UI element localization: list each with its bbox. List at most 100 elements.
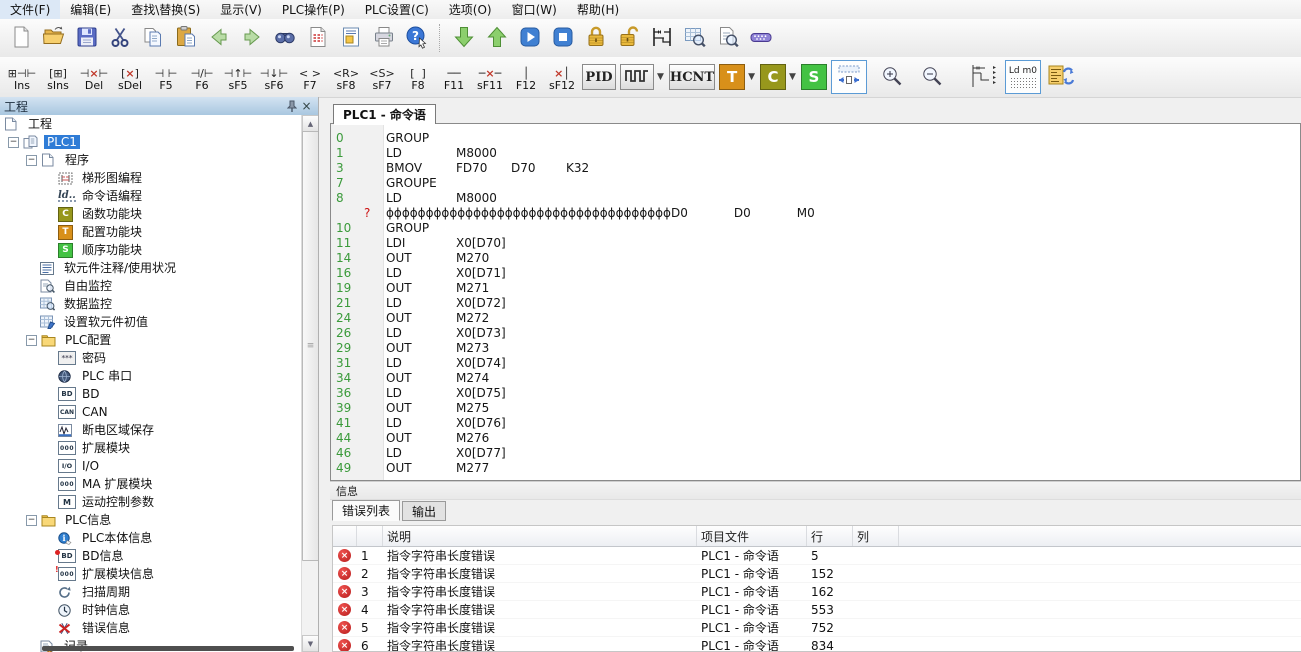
menu-plc-operate[interactable]: PLC操作(P) xyxy=(272,0,355,19)
tree-item[interactable]: ld.. 命令语编程 xyxy=(0,187,302,205)
stop-plc-button[interactable] xyxy=(547,23,578,54)
tree-item[interactable]: M 运动控制参数 xyxy=(0,493,302,511)
code-line[interactable]: 24 OUTM272 xyxy=(331,310,1300,325)
tree-expander-icon[interactable]: − xyxy=(26,335,37,346)
comment-view-button[interactable] xyxy=(302,23,333,54)
ladder-view-button[interactable] xyxy=(965,60,1001,94)
tree-expander-icon[interactable]: − xyxy=(8,137,19,148)
reset-coil-button[interactable]: <R> sF8 xyxy=(328,61,364,93)
run-plc-button[interactable] xyxy=(514,23,545,54)
closed-contact-button[interactable]: ⊣/⊢ F6 xyxy=(184,61,220,93)
tree-item[interactable]: − PLC1 xyxy=(0,133,302,151)
code-line[interactable]: 14 OUTM270 xyxy=(331,250,1300,265)
tree-item[interactable]: 断电区域保存 xyxy=(0,421,302,439)
convert-view-button[interactable] xyxy=(1044,62,1078,93)
header-line[interactable]: 行 xyxy=(807,526,853,546)
upload-program-button[interactable] xyxy=(481,23,512,54)
delete-horizontal-line-button[interactable]: ─×─ sF11 xyxy=(472,61,508,93)
tree-item[interactable]: 000 MA 扩展模块 xyxy=(0,475,302,493)
timer-instruction-button[interactable]: T xyxy=(719,64,745,90)
horizontal-line-button[interactable]: ── F11 xyxy=(436,61,472,93)
tree-item[interactable]: 数据监控 xyxy=(0,295,302,313)
pin-icon[interactable] xyxy=(284,99,299,113)
pulse-instruction-button[interactable] xyxy=(620,64,654,90)
tree-horizontal-scrollbar-thumb[interactable] xyxy=(42,646,294,651)
tree-item[interactable]: CAN CAN xyxy=(0,403,302,421)
tree-item[interactable]: T 配置功能块 xyxy=(0,223,302,241)
error-row[interactable]: × 5 指令字符串长度错误 PLC1 - 命令语 752 xyxy=(333,619,1301,637)
data-monitor-button[interactable] xyxy=(679,23,710,54)
dropdown-arrow-icon[interactable]: ▼ xyxy=(657,72,664,82)
falling-pulse-button[interactable]: ⊣↓⊢ sF6 xyxy=(256,61,292,93)
code-line[interactable]: 8 LDM8000 xyxy=(331,190,1300,205)
menu-window[interactable]: 窗口(W) xyxy=(502,0,567,19)
state-instruction-button[interactable]: S xyxy=(801,64,827,90)
code-line[interactable]: 10 GROUP xyxy=(331,220,1300,235)
code-line[interactable]: 3 BMOVFD70D70K32 xyxy=(331,160,1300,175)
download-program-button[interactable] xyxy=(448,23,479,54)
cut-button[interactable] xyxy=(104,23,135,54)
code-line[interactable]: 26 LDX0[D73] xyxy=(331,325,1300,340)
error-row[interactable]: × 3 指令字符串长度错误 PLC1 - 命令语 162 xyxy=(333,583,1301,601)
code-line[interactable]: 41 LDX0[D76] xyxy=(331,415,1300,430)
open-contact-button[interactable]: ⊣ ⊢ F5 xyxy=(148,61,184,93)
scroll-up-icon[interactable]: ▲ xyxy=(302,115,319,132)
tree-item[interactable]: BD BD信息 xyxy=(0,547,302,565)
tree-item[interactable]: BD BD xyxy=(0,385,302,403)
tree-scrollbar[interactable]: ▲ ≡ ▼ xyxy=(301,115,318,652)
tree-item[interactable]: I/O I/O xyxy=(0,457,302,475)
tree-item[interactable]: *** 密码 xyxy=(0,349,302,367)
dropdown-arrow-icon[interactable]: ▼ xyxy=(748,72,755,82)
free-monitor-button[interactable] xyxy=(712,23,743,54)
out-coil-button[interactable]: < > F7 xyxy=(292,61,328,93)
tree-item[interactable]: − PLC信息 xyxy=(0,511,302,529)
error-row[interactable]: × 2 指令字符串长度错误 PLC1 - 命令语 152 xyxy=(333,565,1301,583)
tree-item[interactable]: 软元件注释/使用状况 xyxy=(0,259,302,277)
copy-button[interactable] xyxy=(137,23,168,54)
tree-scrollbar-thumb[interactable]: ≡ xyxy=(302,131,319,561)
lock-button[interactable] xyxy=(580,23,611,54)
error-row[interactable]: × 6 指令字符串长度错误 PLC1 - 命令语 834 xyxy=(333,637,1301,652)
tree-item[interactable]: 梯形图编程 xyxy=(0,169,302,187)
menu-help[interactable]: 帮助(H) xyxy=(567,0,629,19)
tree-item[interactable]: 设置软元件初值 xyxy=(0,313,302,331)
redo-button[interactable] xyxy=(236,23,267,54)
code-line[interactable]: ? ϕϕϕϕϕϕϕϕϕϕϕϕϕϕϕϕϕϕϕϕϕϕϕϕϕϕϕϕϕϕϕϕϕϕϕϕD0… xyxy=(331,205,1300,220)
tree-item[interactable]: 时钟信息 xyxy=(0,601,302,619)
help-button[interactable]: ? xyxy=(401,23,432,54)
ladder-monitor-button[interactable] xyxy=(646,23,677,54)
zoom-out-button[interactable] xyxy=(917,62,948,93)
delete-node-button[interactable]: ⊣×⊢ Del xyxy=(76,61,112,93)
delete-vertical-line-button[interactable]: ×│ sF12 xyxy=(544,61,580,93)
code-area[interactable]: 0 GROUP 1 LDM8000 3 BMOVFD70D70K32 7 GRO… xyxy=(331,130,1300,475)
menu-file[interactable]: 文件(F) xyxy=(0,0,60,19)
menu-find-replace[interactable]: 查找\替换(S) xyxy=(121,0,210,19)
menu-edit[interactable]: 编辑(E) xyxy=(60,0,121,19)
set-coil-button[interactable]: <S> sF7 xyxy=(364,61,400,93)
tree-item[interactable]: − PLC配置 xyxy=(0,331,302,349)
code-line[interactable]: 44 OUTM276 xyxy=(331,430,1300,445)
insert-row-button[interactable]: [⊞] sIns xyxy=(40,61,76,93)
header-column[interactable]: 列 xyxy=(853,526,899,546)
close-icon[interactable]: × xyxy=(299,99,314,113)
tree-expander-icon[interactable]: − xyxy=(26,515,37,526)
code-line[interactable]: 29 OUTM273 xyxy=(331,340,1300,355)
save-button[interactable] xyxy=(71,23,102,54)
instruction-list-editor[interactable]: 0 GROUP 1 LDM8000 3 BMOVFD70D70K32 7 GRO… xyxy=(330,123,1301,481)
code-line[interactable]: 49 OUTM277 xyxy=(331,460,1300,475)
tree-item[interactable]: 自由监控 xyxy=(0,277,302,295)
code-line[interactable]: 34 OUTM274 xyxy=(331,370,1300,385)
code-line[interactable]: 46 LDX0[D77] xyxy=(331,445,1300,460)
code-line[interactable]: 31 LDX0[D74] xyxy=(331,355,1300,370)
counter-instruction-button[interactable]: C xyxy=(760,64,786,90)
code-line[interactable]: 36 LDX0[D75] xyxy=(331,385,1300,400)
tree-item[interactable]: 工程 xyxy=(0,115,302,133)
unlock-button[interactable] xyxy=(613,23,644,54)
instruction-list-view-button[interactable]: Ld m0 xyxy=(1005,60,1041,94)
tree-item[interactable]: i PLC本体信息 xyxy=(0,529,302,547)
print-button[interactable] xyxy=(368,23,399,54)
tree-item[interactable]: 错误信息 xyxy=(0,619,302,637)
tab-plc1-instruction-list[interactable]: PLC1 - 命令语 xyxy=(333,104,436,124)
undo-button[interactable] xyxy=(203,23,234,54)
rising-pulse-button[interactable]: ⊣↑⊢ sF5 xyxy=(220,61,256,93)
